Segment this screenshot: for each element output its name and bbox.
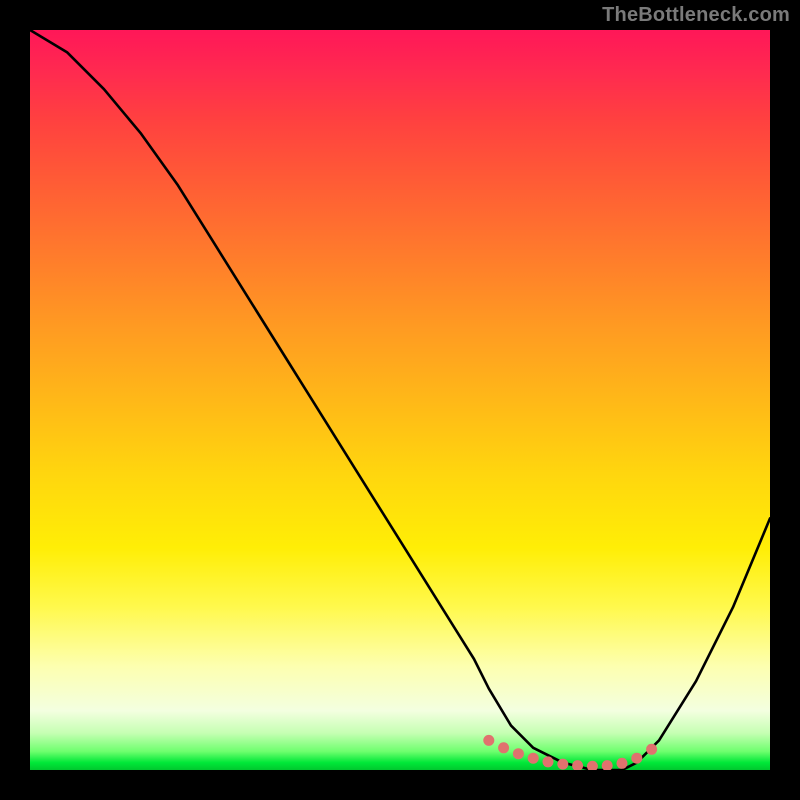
optimal-marker <box>587 761 598 770</box>
optimal-marker <box>483 735 494 746</box>
optimal-marker <box>572 760 583 770</box>
plot-area <box>30 30 770 770</box>
optimal-marker <box>498 742 509 753</box>
optimal-marker <box>513 748 524 759</box>
optimal-marker <box>631 753 642 764</box>
curve-layer <box>30 30 770 770</box>
optimal-marker <box>602 760 613 770</box>
optimal-marker <box>646 744 657 755</box>
optimal-marker <box>528 753 539 764</box>
bottleneck-curve <box>30 30 770 770</box>
optimal-marker <box>557 759 568 770</box>
chart-frame: TheBottleneck.com <box>0 0 800 800</box>
optimal-marker <box>617 758 628 769</box>
optimal-marker <box>543 756 554 767</box>
attribution-text: TheBottleneck.com <box>602 4 790 27</box>
